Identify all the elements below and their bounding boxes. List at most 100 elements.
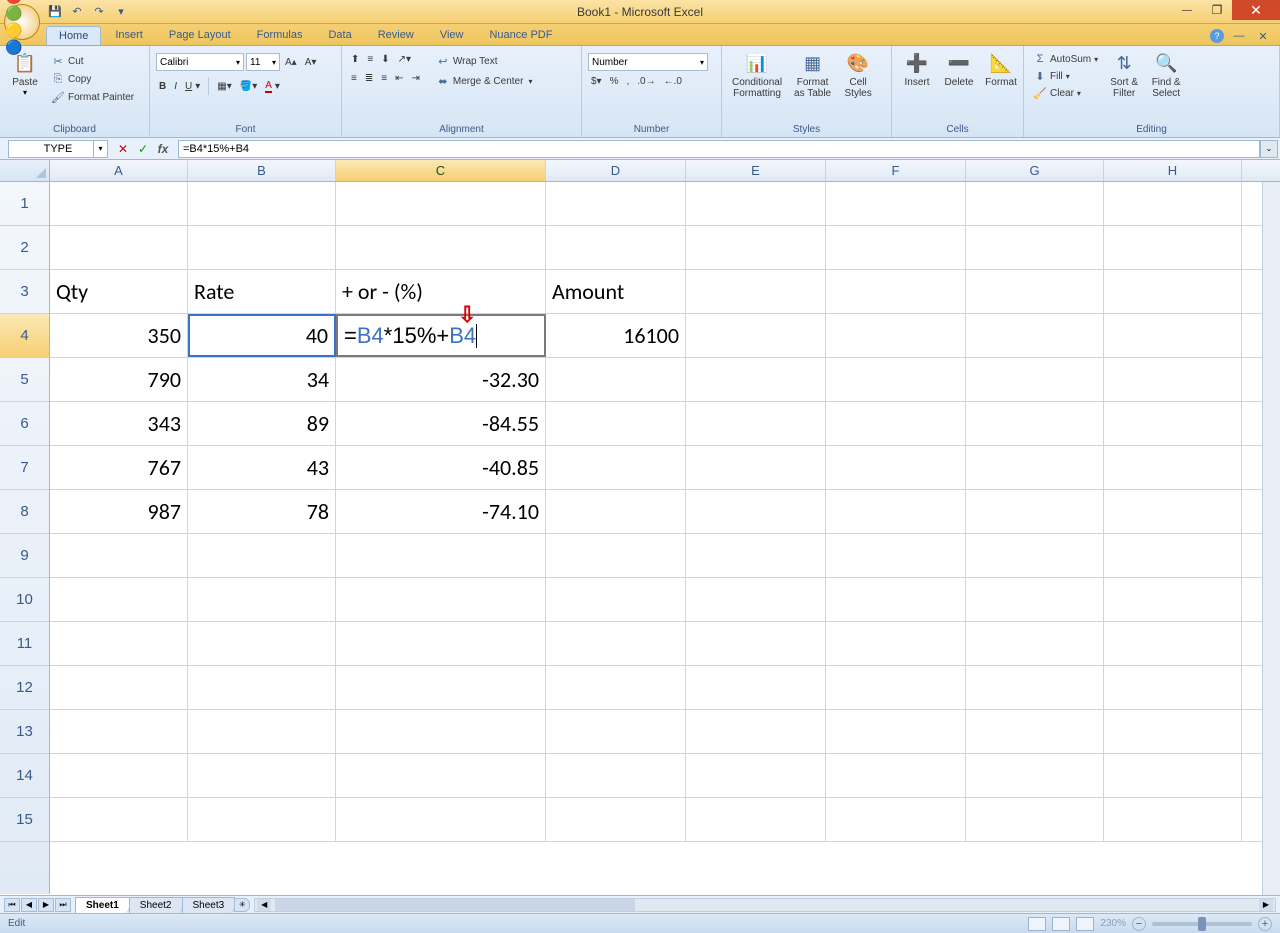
cell-A3[interactable]: Qty bbox=[50, 270, 188, 313]
cell-F10[interactable] bbox=[826, 578, 966, 621]
cell-E7[interactable] bbox=[686, 446, 826, 489]
increase-decimal-button[interactable]: .0→ bbox=[634, 75, 658, 88]
col-header-G[interactable]: G bbox=[966, 160, 1104, 181]
formula-expand-button[interactable]: ⌄ bbox=[1260, 140, 1278, 158]
italic-button[interactable]: I bbox=[171, 80, 180, 93]
cell-D11[interactable] bbox=[546, 622, 686, 665]
cell-C4[interactable]: =B4*15%+B4⇩ bbox=[336, 314, 546, 357]
qat-dropdown-icon[interactable]: ▾ bbox=[112, 3, 130, 21]
font-name-combo[interactable]: Calibri▾ bbox=[156, 53, 244, 71]
shrink-font-button[interactable]: A▾ bbox=[302, 56, 320, 69]
cell-B5[interactable]: 34 bbox=[188, 358, 336, 401]
merge-center-button[interactable]: ⬌Merge & Center▾ bbox=[433, 73, 536, 89]
cell-F6[interactable] bbox=[826, 402, 966, 445]
cell-G11[interactable] bbox=[966, 622, 1104, 665]
cell-B9[interactable] bbox=[188, 534, 336, 577]
font-color-button[interactable]: A▾ bbox=[262, 79, 283, 94]
cell-C2[interactable] bbox=[336, 226, 546, 269]
cell-B10[interactable] bbox=[188, 578, 336, 621]
cell-E2[interactable] bbox=[686, 226, 826, 269]
cell-G3[interactable] bbox=[966, 270, 1104, 313]
cell-D3[interactable]: Amount bbox=[546, 270, 686, 313]
cell-G8[interactable] bbox=[966, 490, 1104, 533]
row-header-5[interactable]: 5 bbox=[0, 358, 49, 402]
cell-F4[interactable] bbox=[826, 314, 966, 357]
minimize-button[interactable]: — bbox=[1172, 0, 1202, 20]
align-center-button[interactable]: ≣ bbox=[362, 72, 376, 85]
cell-D14[interactable] bbox=[546, 754, 686, 797]
cut-button[interactable]: ✂Cut bbox=[48, 53, 137, 69]
cell-G2[interactable] bbox=[966, 226, 1104, 269]
currency-button[interactable]: $▾ bbox=[588, 75, 605, 88]
cell-A11[interactable] bbox=[50, 622, 188, 665]
underline-button[interactable]: U▾ bbox=[182, 80, 203, 93]
cell-C12[interactable] bbox=[336, 666, 546, 709]
cell-D10[interactable] bbox=[546, 578, 686, 621]
cell-G1[interactable] bbox=[966, 182, 1104, 225]
cell-A4[interactable]: 350 bbox=[50, 314, 188, 357]
cell-C14[interactable] bbox=[336, 754, 546, 797]
row-header-6[interactable]: 6 bbox=[0, 402, 49, 446]
number-format-combo[interactable]: Number▾ bbox=[588, 53, 708, 71]
cell-B12[interactable] bbox=[188, 666, 336, 709]
close-button[interactable]: ✕ bbox=[1232, 0, 1280, 20]
cell-E14[interactable] bbox=[686, 754, 826, 797]
sheet-nav-prev[interactable]: ◀ bbox=[21, 898, 37, 912]
cell-E4[interactable] bbox=[686, 314, 826, 357]
cell-G4[interactable] bbox=[966, 314, 1104, 357]
clear-button[interactable]: 🧹Clear▾ bbox=[1030, 85, 1101, 101]
fill-button[interactable]: ⬇Fill▾ bbox=[1030, 68, 1101, 84]
sheet-tab-sheet3[interactable]: Sheet3 bbox=[182, 897, 236, 913]
cell-A2[interactable] bbox=[50, 226, 188, 269]
align-left-button[interactable]: ≡ bbox=[348, 72, 360, 85]
cells-area[interactable]: QtyRate+ or - (%)Amount35040=B4*15%+B4⇩1… bbox=[50, 182, 1280, 894]
cell-G7[interactable] bbox=[966, 446, 1104, 489]
row-header-1[interactable]: 1 bbox=[0, 182, 49, 226]
fill-color-button[interactable]: 🪣▾ bbox=[237, 80, 260, 93]
undo-icon[interactable]: ↶ bbox=[68, 3, 86, 21]
cell-D15[interactable] bbox=[546, 798, 686, 841]
cell-B8[interactable]: 78 bbox=[188, 490, 336, 533]
col-header-E[interactable]: E bbox=[686, 160, 826, 181]
name-box[interactable]: TYPE ▾ bbox=[8, 140, 108, 158]
decrease-decimal-button[interactable]: ←.0 bbox=[661, 75, 685, 88]
cell-H1[interactable] bbox=[1104, 182, 1242, 225]
fx-icon[interactable]: fx bbox=[154, 140, 172, 158]
cell-H2[interactable] bbox=[1104, 226, 1242, 269]
cell-B1[interactable] bbox=[188, 182, 336, 225]
cell-G6[interactable] bbox=[966, 402, 1104, 445]
cell-C8[interactable]: -74.10 bbox=[336, 490, 546, 533]
cell-C9[interactable] bbox=[336, 534, 546, 577]
cell-A7[interactable]: 767 bbox=[50, 446, 188, 489]
cell-H15[interactable] bbox=[1104, 798, 1242, 841]
ribbon-minimize-icon[interactable]: — bbox=[1230, 27, 1248, 45]
cell-A6[interactable]: 343 bbox=[50, 402, 188, 445]
cell-F14[interactable] bbox=[826, 754, 966, 797]
cell-G10[interactable] bbox=[966, 578, 1104, 621]
cell-E11[interactable] bbox=[686, 622, 826, 665]
align-right-button[interactable]: ≡ bbox=[378, 72, 390, 85]
align-middle-button[interactable]: ≡ bbox=[364, 53, 376, 66]
border-button[interactable]: ▦▾ bbox=[214, 80, 234, 93]
cell-F8[interactable] bbox=[826, 490, 966, 533]
copy-button[interactable]: ⎘Copy bbox=[48, 71, 137, 87]
cell-G13[interactable] bbox=[966, 710, 1104, 753]
sheet-nav-last[interactable]: ⏭ bbox=[55, 898, 71, 912]
col-header-A[interactable]: A bbox=[50, 160, 188, 181]
row-header-13[interactable]: 13 bbox=[0, 710, 49, 754]
cell-H13[interactable] bbox=[1104, 710, 1242, 753]
font-size-combo[interactable]: 11▾ bbox=[246, 53, 280, 71]
cell-D12[interactable] bbox=[546, 666, 686, 709]
col-header-D[interactable]: D bbox=[546, 160, 686, 181]
align-top-button[interactable]: ⬆ bbox=[348, 53, 362, 66]
tab-insert[interactable]: Insert bbox=[103, 26, 155, 45]
cell-E1[interactable] bbox=[686, 182, 826, 225]
cell-A9[interactable] bbox=[50, 534, 188, 577]
cell-G15[interactable] bbox=[966, 798, 1104, 841]
save-icon[interactable]: 💾 bbox=[46, 3, 64, 21]
cell-A1[interactable] bbox=[50, 182, 188, 225]
col-header-H[interactable]: H bbox=[1104, 160, 1242, 181]
autosum-button[interactable]: ΣAutoSum▾ bbox=[1030, 51, 1101, 67]
tab-home[interactable]: Home bbox=[46, 26, 101, 45]
format-painter-button[interactable]: 🖌Format Painter bbox=[48, 89, 137, 105]
